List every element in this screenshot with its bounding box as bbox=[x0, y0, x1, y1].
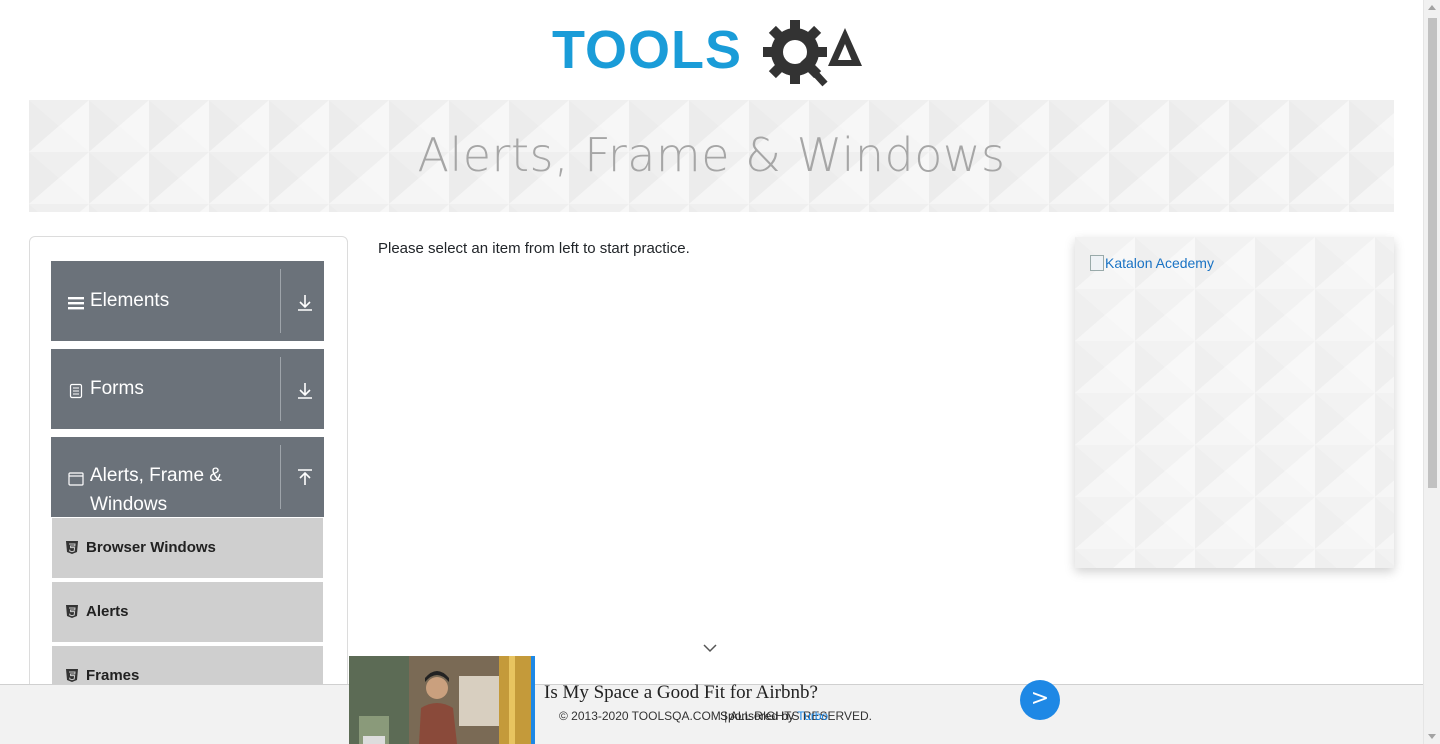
ad-sponsored-line: Sponsored by Turbo bbox=[720, 709, 828, 723]
ad-photo[interactable] bbox=[349, 656, 531, 744]
divider bbox=[280, 445, 281, 509]
chevron-down-icon[interactable] bbox=[702, 642, 718, 654]
sidebar-group-label-line2: Windows bbox=[90, 494, 168, 515]
collapse-icon[interactable] bbox=[295, 469, 315, 489]
ad-photo-illustration bbox=[349, 656, 531, 744]
broken-image-icon bbox=[1090, 255, 1104, 271]
page: TOOLS Alerts, Frame & Windows Elements F… bbox=[0, 0, 1440, 744]
ad-accent-bar bbox=[531, 656, 535, 744]
sidebar-group-alerts-frame-windows[interactable]: Alerts, Frame & Windows bbox=[51, 437, 324, 517]
sidebar-group-forms[interactable]: Forms bbox=[51, 349, 324, 429]
page-title: Alerts, Frame & Windows bbox=[417, 128, 1006, 182]
image-alt-text: Katalon Acedemy bbox=[1105, 255, 1214, 271]
divider bbox=[280, 269, 281, 333]
sidebar-item-browser-windows[interactable]: Browser Windows bbox=[52, 518, 323, 580]
logo-text-tools: TOOLS bbox=[552, 20, 742, 80]
html5-icon bbox=[66, 541, 78, 554]
toolsqa-logo[interactable]: TOOLS bbox=[552, 16, 876, 92]
sidebar-item-label: Frames bbox=[86, 667, 140, 684]
katalon-academy-image-link[interactable]: Katalon Acedemy bbox=[1090, 255, 1214, 271]
main-instruction: Please select an item from left to start… bbox=[378, 240, 690, 257]
page-banner: Alerts, Frame & Windows bbox=[29, 100, 1394, 212]
divider bbox=[280, 357, 281, 421]
hamburger-icon bbox=[68, 297, 84, 310]
scroll-up-arrow-icon[interactable] bbox=[1428, 5, 1436, 10]
sponsored-prefix: Sponsored by bbox=[720, 709, 795, 723]
expand-icon[interactable] bbox=[295, 293, 315, 313]
window-icon bbox=[68, 472, 84, 486]
sidebar-group-elements[interactable]: Elements bbox=[51, 261, 324, 341]
sidebar-panel: Elements Forms Alerts, Frame & Windows B… bbox=[29, 236, 348, 744]
document-icon bbox=[69, 383, 83, 399]
expand-icon[interactable] bbox=[295, 381, 315, 401]
sidebar-group-label: Elements bbox=[90, 290, 170, 311]
html5-icon bbox=[66, 605, 78, 618]
sidebar-group-label-line1: Alerts, Frame & bbox=[90, 465, 222, 486]
sidebar-group-label: Forms bbox=[90, 378, 144, 399]
sidebar-item-alerts[interactable]: Alerts bbox=[52, 582, 323, 644]
sponsor-link[interactable]: Turbo bbox=[797, 709, 828, 723]
ad-pattern bbox=[1075, 237, 1394, 568]
html5-icon bbox=[66, 669, 78, 682]
scroll-down-arrow-icon[interactable] bbox=[1428, 734, 1436, 739]
bottom-ad-banner[interactable]: Is My Space a Good Fit for Airbnb? Spons… bbox=[349, 656, 1069, 744]
sidebar-item-label: Browser Windows bbox=[86, 539, 216, 556]
ad-headline[interactable]: Is My Space a Good Fit for Airbnb? bbox=[544, 682, 818, 704]
sidebar-item-label: Alerts bbox=[86, 603, 129, 620]
scrollbar-thumb[interactable] bbox=[1428, 18, 1437, 488]
ad-go-button[interactable]: > bbox=[1020, 680, 1060, 720]
vertical-scrollbar[interactable] bbox=[1423, 0, 1440, 744]
ad-card[interactable]: Katalon Acedemy bbox=[1075, 237, 1394, 568]
